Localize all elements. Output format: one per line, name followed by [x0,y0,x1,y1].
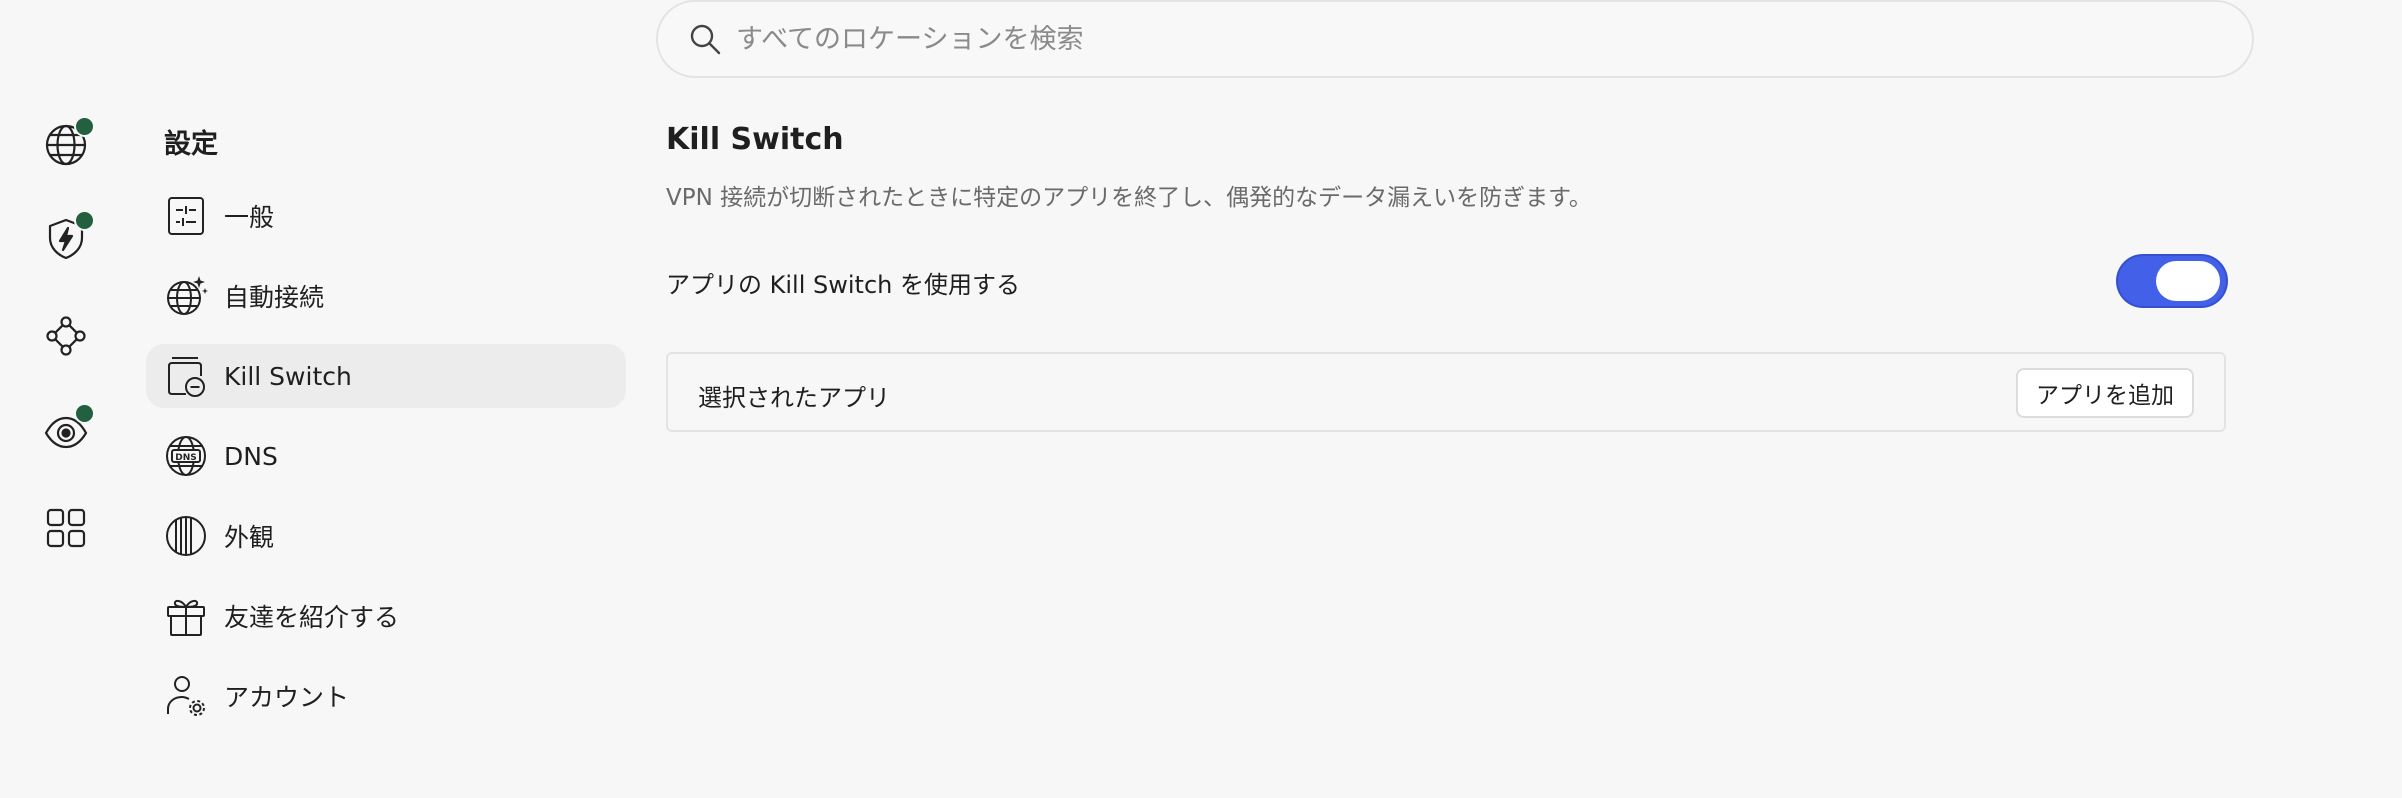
app-kill-switch-toggle[interactable] [2118,256,2226,306]
location-search[interactable] [656,0,2254,78]
sidebar-item-account[interactable]: アカウント [146,664,626,728]
selected-apps-label: 選択されたアプリ [698,384,890,412]
svg-text:DNS: DNS [175,453,197,463]
sidebar-item-label: アカウント [224,683,350,712]
sidebar-item-general[interactable]: 一般 [146,184,626,248]
sidebar-item-dns[interactable]: DNS DNS [146,424,626,488]
rail-apps-button[interactable] [40,502,92,554]
app-kill-switch-toggle-label: アプリの Kill Switch を使用する [666,271,1020,299]
sidebar-item-label: 自動接続 [224,283,325,312]
sidebar-item-appearance[interactable]: 外観 [146,504,626,568]
kill-switch-icon [164,354,208,398]
sliders-icon [164,194,208,238]
app-window: 設定 一般 自動接続 [0,0,2402,798]
meshnet-icon [46,316,86,356]
add-app-button[interactable]: アプリを追加 [2016,368,2194,418]
sidebar-item-label: 外観 [224,523,275,552]
toggle-knob [2156,261,2220,301]
status-badge [74,116,95,137]
search-input[interactable] [734,22,2138,56]
dns-globe-icon: DNS [164,434,208,478]
sidebar-item-label: Kill Switch [224,361,352,391]
sidebar-item-label: 友達を紹介する [224,603,400,632]
rail-meshnet-button[interactable] [40,310,92,362]
appearance-icon [164,514,208,558]
apps-grid-icon [46,508,86,548]
globe-sparkle-icon [164,274,208,318]
page-title: Kill Switch [666,122,844,157]
page-description: VPN 接続が切断されたときに特定のアプリを終了し、偶発的なデータ漏えいを防ぎま… [666,185,1592,211]
account-settings-icon [164,674,208,718]
sidebar-item-kill-switch[interactable]: Kill Switch [146,344,626,408]
status-badge [74,210,95,231]
status-badge [74,403,95,424]
sidebar-item-refer-friend[interactable]: 友達を紹介する [146,584,626,648]
selected-apps-panel: 選択されたアプリ アプリを追加 [666,352,2226,432]
rail-threat-protection-button[interactable] [40,210,95,265]
rail-globe-button[interactable] [40,116,95,171]
search-icon [688,22,722,56]
sidebar-item-label: 一般 [224,203,275,232]
sidebar-item-auto-connect[interactable]: 自動接続 [146,264,626,328]
sidebar-item-label: DNS [224,441,278,471]
rail-dark-web-monitor-button[interactable] [40,403,95,458]
gift-icon [164,594,208,638]
settings-title: 設定 [164,129,218,160]
